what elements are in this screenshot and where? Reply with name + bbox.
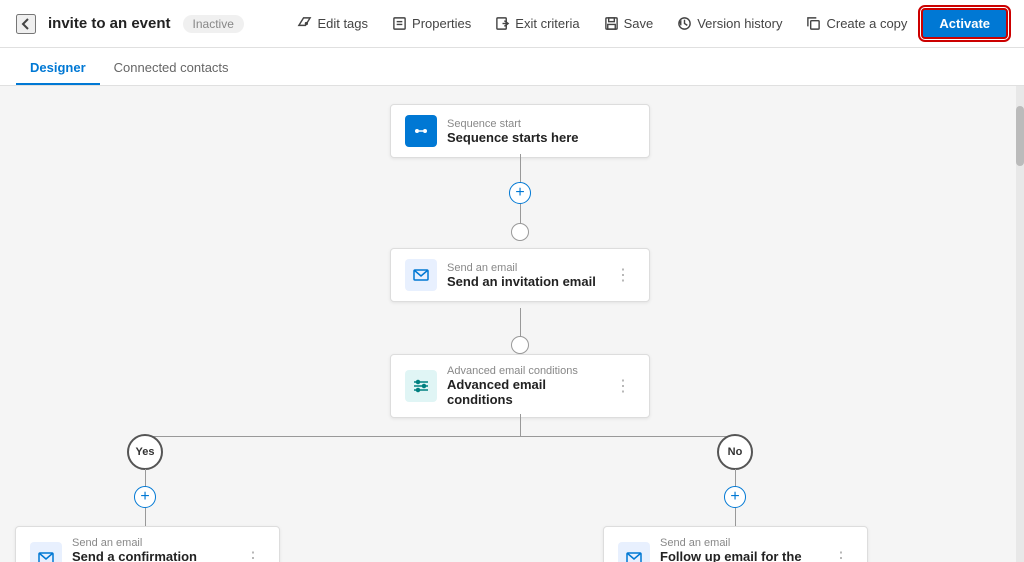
tab-designer[interactable]: Designer <box>16 50 100 85</box>
edit-tags-button[interactable]: Edit tags <box>287 11 378 36</box>
conditions-1-icon <box>405 370 437 402</box>
email-no-menu[interactable]: ⋮ <box>829 546 853 562</box>
scrollbar-thumb[interactable] <box>1016 106 1024 166</box>
email-1-icon <box>405 259 437 291</box>
conditions-1-menu[interactable]: ⋮ <box>611 374 635 398</box>
email-yes-title: Send a confirmation email <box>72 549 231 562</box>
tab-connected-contacts[interactable]: Connected contacts <box>100 50 243 85</box>
sequence-start-icon <box>405 115 437 147</box>
sequence-start-node: Sequence start Sequence starts here <box>390 104 650 158</box>
email-yes-node: Send an email Send a confirmation email … <box>15 526 280 562</box>
conditions-1-node: Advanced email conditions Advanced email… <box>390 354 650 418</box>
version-history-button[interactable]: Version history <box>667 11 792 36</box>
back-button[interactable] <box>16 14 36 34</box>
email-no-title: Follow up email for the event <box>660 549 819 562</box>
plus-button-1[interactable]: + <box>509 182 531 204</box>
status-badge: Inactive <box>183 15 244 33</box>
email-1-title: Send an invitation email <box>447 274 601 289</box>
connector-circle-1 <box>511 223 529 241</box>
email-1-menu[interactable]: ⋮ <box>611 263 635 287</box>
email-no-node: Send an email Follow up email for the ev… <box>603 526 868 562</box>
sequence-start-title: Sequence starts here <box>447 130 635 145</box>
no-circle: No <box>717 434 753 470</box>
create-copy-button[interactable]: Create a copy <box>796 11 917 36</box>
activate-button[interactable]: Activate <box>921 8 1008 39</box>
exit-criteria-button[interactable]: Exit criteria <box>485 11 589 36</box>
email-1-node: Send an email Send an invitation email ⋮ <box>390 248 650 302</box>
tab-bar: Designer Connected contacts <box>0 48 1024 86</box>
email-yes-label: Send an email <box>72 537 231 549</box>
email-no-label: Send an email <box>660 537 819 549</box>
plus-button-no[interactable]: + <box>724 486 746 508</box>
save-button[interactable]: Save <box>594 11 664 36</box>
header: invite to an event Inactive Edit tags Pr… <box>0 0 1024 48</box>
conditions-1-title: Advanced email conditions <box>447 377 601 407</box>
email-1-label: Send an email <box>447 262 601 274</box>
canvas: Sequence start Sequence starts here + Se… <box>0 86 1024 562</box>
header-actions: Edit tags Properties Exit criteria <box>287 8 1008 39</box>
email-no-icon <box>618 542 650 562</box>
page-title: invite to an event <box>48 15 171 32</box>
conditions-1-label: Advanced email conditions <box>447 365 601 377</box>
sequence-start-label: Sequence start <box>447 118 635 130</box>
email-yes-menu[interactable]: ⋮ <box>241 546 265 562</box>
properties-button[interactable]: Properties <box>382 11 481 36</box>
plus-button-yes[interactable]: + <box>134 486 156 508</box>
email-yes-icon <box>30 542 62 562</box>
connector-circle-2 <box>511 336 529 354</box>
yes-circle: Yes <box>127 434 163 470</box>
scrollbar-track <box>1016 86 1024 562</box>
